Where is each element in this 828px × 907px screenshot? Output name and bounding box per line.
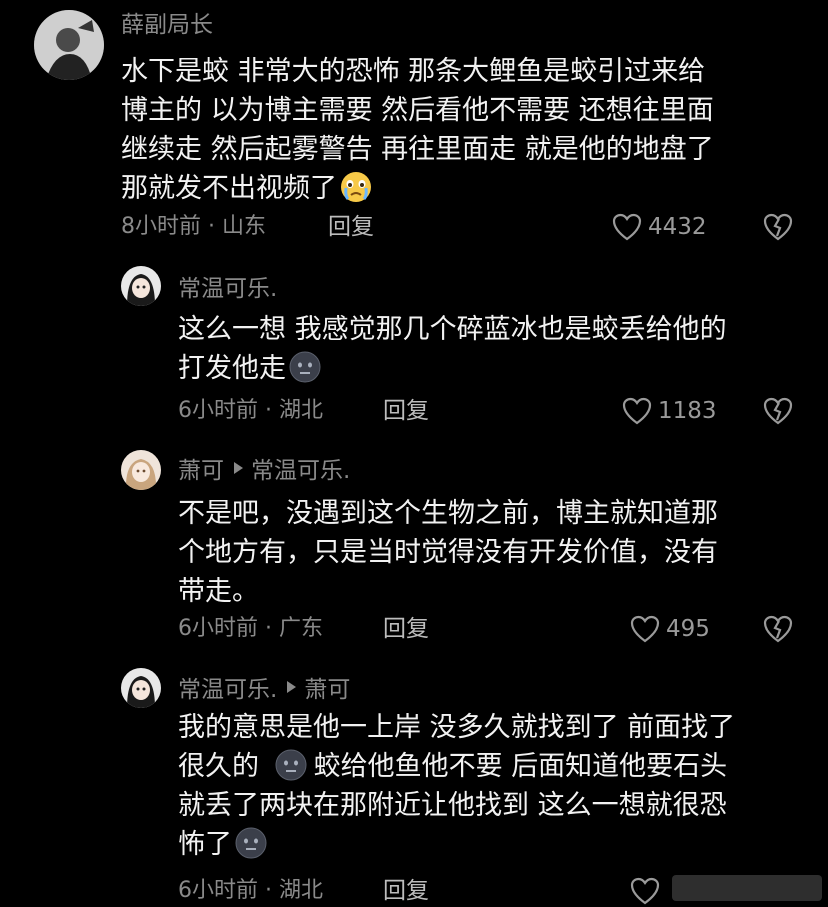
reply-button[interactable]: 回复 xyxy=(383,614,429,644)
comment-line: 我的意思是他一上岸 没多久就找到了 前面找了 xyxy=(178,712,736,743)
dislike-button[interactable] xyxy=(762,614,794,644)
dislike-button[interactable] xyxy=(762,212,794,242)
comment-time-location: 6小时前 · 广东 xyxy=(178,616,323,641)
username-text[interactable]: 萧可 xyxy=(178,451,224,485)
comment-line: 不是吧，没遇到这个生物之前，博主就知道那 xyxy=(178,498,718,529)
comment-line: 那就发不出视频了 xyxy=(121,173,337,204)
comment-text: 水下是蛟 非常大的恐怖 那条大鲤鱼是蛟引过来给 博主的 以为博主需要 然后看他不… xyxy=(121,52,714,208)
avatar[interactable] xyxy=(121,668,161,708)
username[interactable]: 薛副局长 xyxy=(121,6,213,38)
like-count: 495 xyxy=(666,616,710,642)
like-count: 1183 xyxy=(658,398,717,424)
comment-time-location: 6小时前 · 湖北 xyxy=(178,398,323,423)
reply-arrow-icon xyxy=(287,681,297,693)
like-button[interactable]: 4432 xyxy=(612,211,707,243)
reply-button[interactable]: 回复 xyxy=(383,876,429,906)
username-text[interactable]: 常温可乐. xyxy=(178,269,277,303)
comment-line: 博主的 以为博主需要 然后看他不需要 还想往里面 xyxy=(121,95,714,126)
username[interactable]: 常温可乐. xyxy=(178,270,277,302)
comment-line: 带走。 xyxy=(178,576,259,607)
avatar[interactable] xyxy=(34,10,104,80)
dark-face-emoji xyxy=(274,748,308,782)
dark-face-emoji xyxy=(288,350,322,384)
reply-arrow-icon xyxy=(234,462,243,474)
comment-line: 怖了 xyxy=(178,829,232,860)
reply-button[interactable]: 回复 xyxy=(383,396,429,426)
comment-text: 不是吧，没遇到这个生物之前，博主就知道那 个地方有，只是当时觉得没有开发价值，没… xyxy=(178,494,718,611)
like-button[interactable] xyxy=(630,875,666,907)
dark-face-emoji xyxy=(234,826,268,860)
like-button[interactable]: 1183 xyxy=(622,395,717,427)
comment-line: 个地方有，只是当时觉得没有开发价值，没有 xyxy=(178,537,718,568)
dislike-button[interactable] xyxy=(762,396,794,426)
comment-time-location: 6小时前 · 湖北 xyxy=(178,878,323,903)
comment-line: 就丢了两块在那附近让他找到 这么一想就很恐 xyxy=(178,790,727,821)
comment-time-location: 8小时前 · 山东 xyxy=(121,214,266,239)
broken-heart-icon xyxy=(763,397,793,425)
username-row: 常温可乐. 萧可 xyxy=(178,671,350,703)
username-text[interactable]: 薛副局长 xyxy=(121,5,213,39)
broken-heart-icon xyxy=(763,213,793,241)
comment-line: 很久的 xyxy=(178,751,259,782)
reply-to-username[interactable]: 萧可 xyxy=(304,670,350,704)
avatar[interactable] xyxy=(121,450,161,490)
avatar[interactable] xyxy=(121,266,161,306)
comment-text: 这么一想 我感觉那几个碎蓝冰也是蛟丢给他的 打发他走 xyxy=(178,310,727,388)
reply-to-username[interactable]: 常温可乐. xyxy=(251,451,350,485)
watermark xyxy=(672,875,822,901)
username-row: 萧可 常温可乐. xyxy=(178,452,350,484)
comment-line: 这么一想 我感觉那几个碎蓝冰也是蛟丢给他的 xyxy=(178,314,727,345)
username-text[interactable]: 常温可乐. xyxy=(178,670,277,704)
comment-text: 我的意思是他一上岸 没多久就找到了 前面找了 很久的 蛟给他鱼他不要 后面知道他… xyxy=(178,708,735,864)
comment-line: 继续走 然后起雾警告 再往里面走 就是他的地盘了 xyxy=(121,134,714,165)
heart-icon xyxy=(630,615,660,643)
crying-face-emoji xyxy=(339,170,373,204)
comment-line: 水下是蛟 非常大的恐怖 那条大鲤鱼是蛟引过来给 xyxy=(121,56,706,87)
like-count: 4432 xyxy=(648,214,707,240)
reply-button[interactable]: 回复 xyxy=(328,212,374,242)
heart-icon xyxy=(630,877,660,905)
comment-line: 蛟给他鱼他不要 后面知道他要石头 xyxy=(313,751,728,782)
broken-heart-icon xyxy=(763,615,793,643)
heart-icon xyxy=(612,213,642,241)
like-button[interactable]: 495 xyxy=(630,613,710,645)
comment-line: 打发他走 xyxy=(178,353,286,384)
heart-icon xyxy=(622,397,652,425)
